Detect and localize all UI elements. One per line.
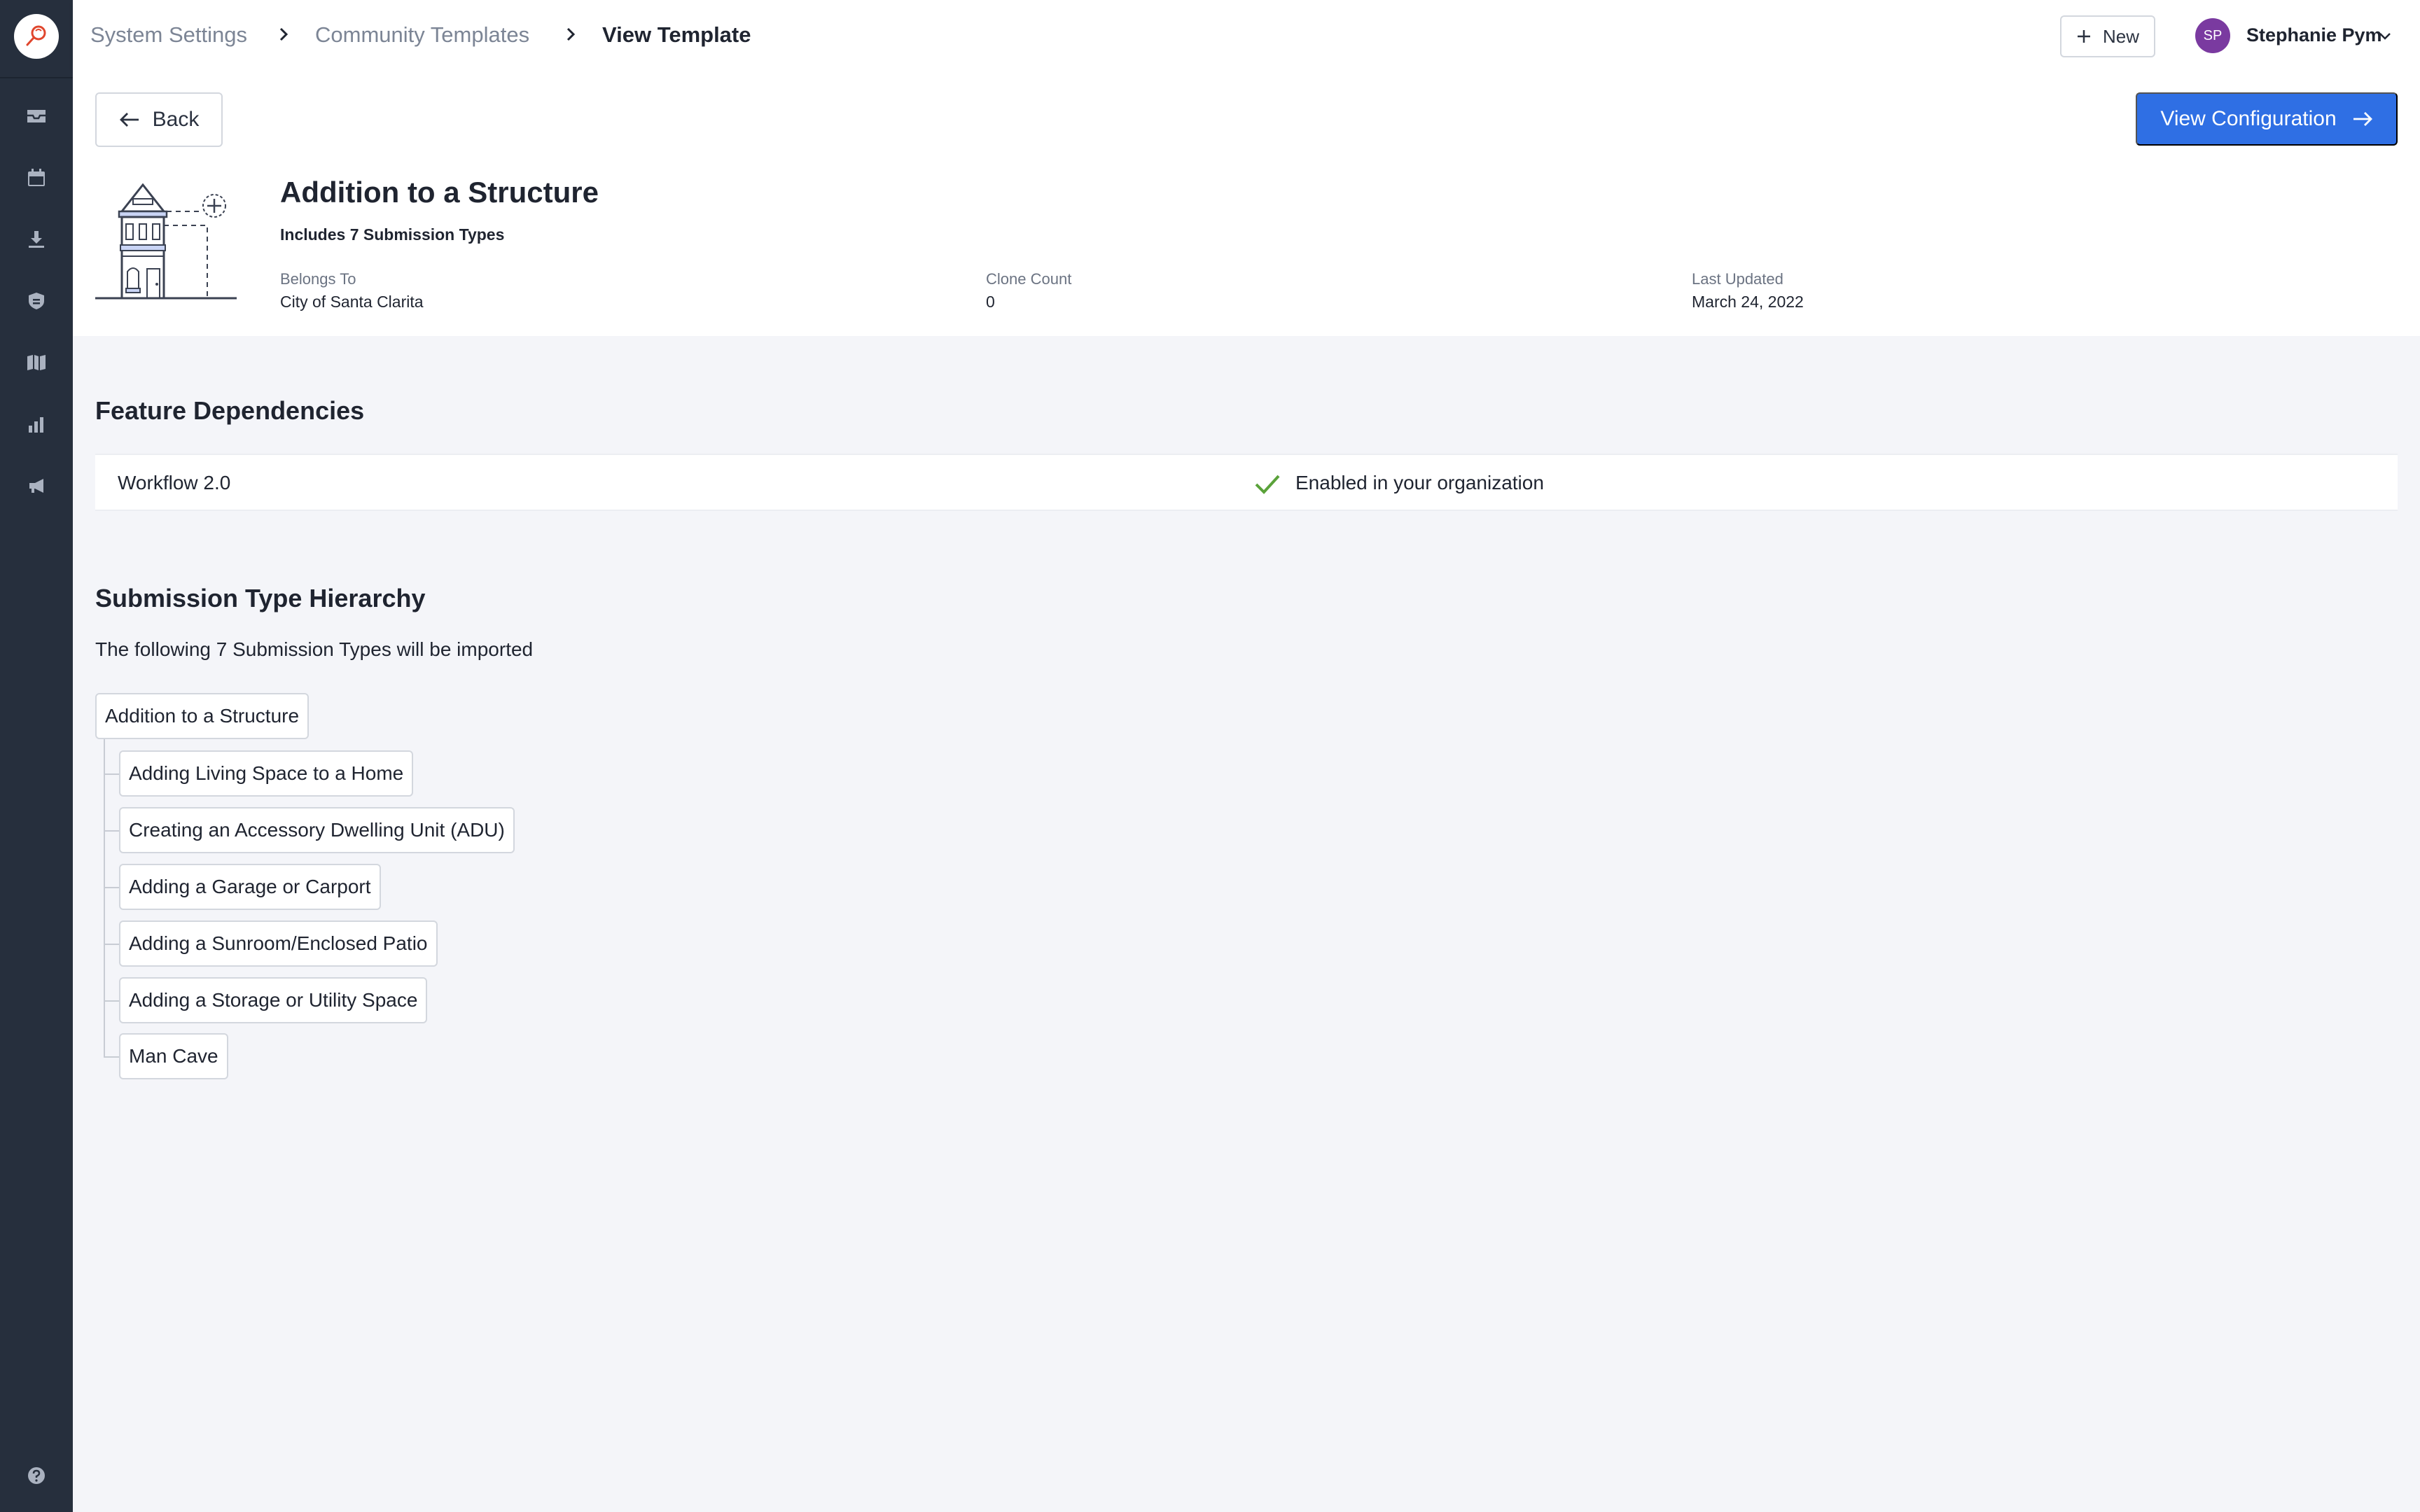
dependency-name: Workflow 2.0 bbox=[118, 472, 231, 493]
breadcrumb-system-settings[interactable]: System Settings bbox=[90, 21, 247, 49]
last-updated-value: March 24, 2022 bbox=[1692, 293, 1804, 311]
hierarchy-child-node: Creating an Accessory Dwelling Unit (ADU… bbox=[119, 807, 515, 853]
clone-count-value: 0 bbox=[986, 293, 995, 311]
shield-icon[interactable] bbox=[21, 286, 52, 316]
map-icon[interactable] bbox=[21, 347, 52, 378]
arrow-left-icon bbox=[119, 113, 139, 127]
hierarchy-title: Submission Type Hierarchy bbox=[95, 584, 426, 612]
chevron-right-icon bbox=[279, 27, 288, 41]
check-icon bbox=[1255, 475, 1280, 494]
house-addition-illustration bbox=[95, 183, 237, 300]
hierarchy-child-node: Adding Living Space to a Home bbox=[119, 750, 414, 797]
tree-branch bbox=[104, 774, 119, 775]
new-button-label: New bbox=[2102, 25, 2139, 47]
tree-connector bbox=[104, 739, 105, 1057]
magnifier-logo-icon bbox=[26, 25, 46, 46]
tree-branch bbox=[104, 944, 119, 945]
bar-chart-icon[interactable] bbox=[21, 409, 52, 440]
clone-count-label: Clone Count bbox=[986, 270, 1072, 288]
template-subtitle: Includes 7 Submission Types bbox=[280, 225, 505, 244]
breadcrumb-community-templates[interactable]: Community Templates bbox=[315, 21, 529, 49]
feature-dependencies-title: Feature Dependencies bbox=[95, 396, 365, 425]
tree-branch bbox=[104, 830, 119, 832]
tree-branch bbox=[104, 1000, 119, 1002]
chevron-right-icon bbox=[566, 27, 576, 41]
template-title: Addition to a Structure bbox=[280, 176, 599, 209]
app-logo[interactable] bbox=[14, 14, 59, 59]
tree-branch bbox=[104, 887, 119, 888]
sidebar-divider bbox=[0, 77, 73, 78]
belongs-to-value: City of Santa Clarita bbox=[280, 293, 424, 311]
back-button[interactable]: Back bbox=[95, 92, 223, 147]
megaphone-icon[interactable] bbox=[21, 470, 52, 501]
inbox-icon[interactable] bbox=[21, 101, 52, 132]
last-updated-label: Last Updated bbox=[1692, 270, 1783, 288]
dependency-status: Enabled in your organization bbox=[1295, 472, 1544, 493]
back-button-label: Back bbox=[152, 108, 200, 131]
hierarchy-root-node: Addition to a Structure bbox=[95, 693, 310, 739]
arrow-right-icon bbox=[2353, 112, 2372, 126]
plus-icon bbox=[2077, 30, 2090, 43]
tree-branch bbox=[104, 1056, 119, 1058]
help-icon[interactable] bbox=[21, 1460, 52, 1491]
calendar-icon[interactable] bbox=[21, 162, 52, 193]
user-name[interactable]: Stephanie Pym bbox=[2246, 21, 2382, 49]
view-configuration-label: View Configuration bbox=[2160, 107, 2337, 130]
dependency-row: Workflow 2.0 Enabled in your organizatio… bbox=[95, 454, 2398, 511]
chevron-down-icon[interactable] bbox=[2377, 28, 2393, 43]
hierarchy-child-node: Man Cave bbox=[119, 1033, 228, 1079]
breadcrumb-view-template: View Template bbox=[602, 22, 751, 47]
hierarchy-child-node: Adding a Sunroom/Enclosed Patio bbox=[119, 920, 438, 967]
new-button[interactable]: New bbox=[2060, 15, 2155, 57]
view-configuration-button[interactable]: View Configuration bbox=[2136, 92, 2398, 146]
belongs-to-label: Belongs To bbox=[280, 270, 356, 288]
avatar[interactable]: SP bbox=[2195, 18, 2230, 53]
sidebar bbox=[0, 0, 73, 1512]
download-icon[interactable] bbox=[21, 224, 52, 255]
hierarchy-description: The following 7 Submission Types will be… bbox=[95, 638, 534, 660]
hierarchy-child-node: Adding a Storage or Utility Space bbox=[119, 977, 428, 1023]
hierarchy-child-node: Adding a Garage or Carport bbox=[119, 864, 381, 910]
